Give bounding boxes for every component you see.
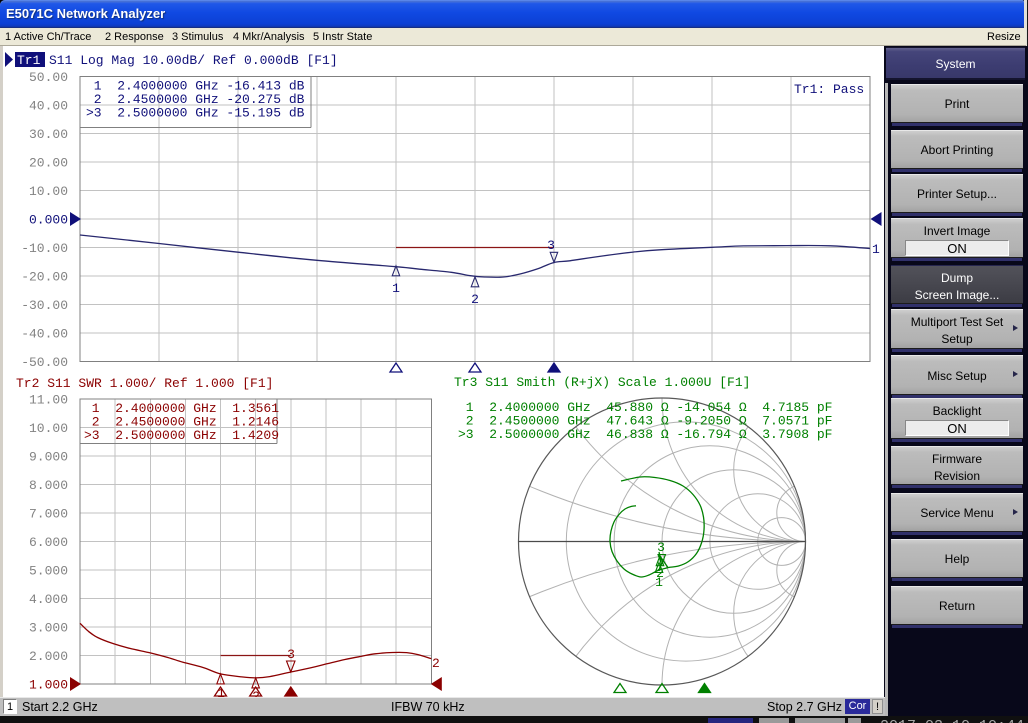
svg-text:5.000: 5.000 xyxy=(29,564,68,579)
svg-text:-10.00: -10.00 xyxy=(21,241,68,256)
svg-text:3: 3 xyxy=(547,238,555,253)
svg-text:9.000: 9.000 xyxy=(29,450,68,465)
svg-text:1: 1 xyxy=(655,575,663,590)
svg-text:3: 3 xyxy=(657,540,665,555)
svg-text:50.00: 50.00 xyxy=(29,70,68,85)
svg-text:-40.00: -40.00 xyxy=(21,327,68,342)
svg-text:40.00: 40.00 xyxy=(29,99,68,114)
svg-text:10.00: 10.00 xyxy=(29,184,68,199)
svg-text:2: 2 xyxy=(471,292,479,307)
svg-text:2.000: 2.000 xyxy=(29,649,68,664)
svg-text:3.000: 3.000 xyxy=(29,621,68,636)
svg-text:>3 2.5000000 GHz 1.4209: >3 2.5000000 GHz 1.4209 xyxy=(84,428,279,443)
svg-text:-30.00: -30.00 xyxy=(21,298,68,313)
svg-text:0.000: 0.000 xyxy=(29,213,68,228)
svg-text:1: 1 xyxy=(392,281,400,296)
svg-text:20.00: 20.00 xyxy=(29,156,68,171)
svg-text:1.000: 1.000 xyxy=(29,678,68,693)
svg-text:>3 2.5000000 GHz -15.195 dB: >3 2.5000000 GHz -15.195 dB xyxy=(86,106,305,121)
svg-text:-20.00: -20.00 xyxy=(21,270,68,285)
svg-text:8.000: 8.000 xyxy=(29,478,68,493)
svg-text:7.000: 7.000 xyxy=(29,507,68,522)
svg-text:4.000: 4.000 xyxy=(29,592,68,607)
svg-text:>3 2.5000000 GHz 46.838 Ω -1: >3 2.5000000 GHz 46.838 Ω -16.794 Ω 3.79… xyxy=(458,427,832,442)
svg-text:2: 2 xyxy=(432,656,440,671)
svg-text:Tr2 S11 SWR 1.000/ Ref 1.000 [: Tr2 S11 SWR 1.000/ Ref 1.000 [F1] xyxy=(16,376,273,391)
svg-text:1: 1 xyxy=(872,242,880,257)
svg-text:11.00: 11.00 xyxy=(29,393,68,408)
svg-text:S11 Log Mag 10.00dB/ Ref 0.000: S11 Log Mag 10.00dB/ Ref 0.000dB [F1] xyxy=(49,53,338,68)
svg-text:6.000: 6.000 xyxy=(29,535,68,550)
svg-text:Tr3 S11 Smith (R+jX) Scale 1.0: Tr3 S11 Smith (R+jX) Scale 1.000U [F1] xyxy=(454,375,750,390)
svg-text:3: 3 xyxy=(287,647,295,662)
svg-text:10.00: 10.00 xyxy=(29,421,68,436)
svg-text:-50.00: -50.00 xyxy=(21,355,68,370)
svg-text:Tr1: Tr1 xyxy=(17,53,41,68)
svg-text:Tr1: Pass: Tr1: Pass xyxy=(794,82,864,97)
svg-text:30.00: 30.00 xyxy=(29,127,68,142)
